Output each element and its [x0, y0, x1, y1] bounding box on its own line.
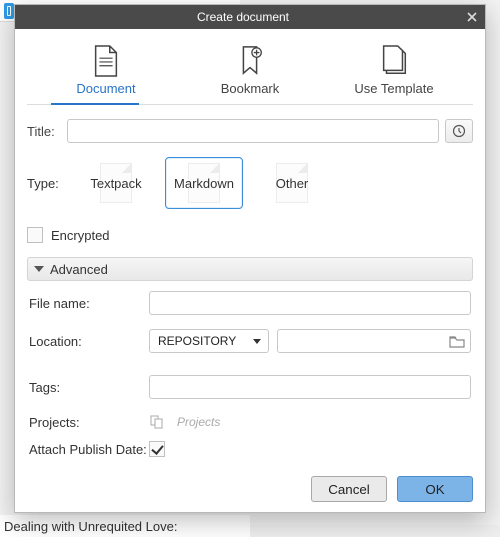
projects-label: Projects: [29, 415, 149, 430]
dialog-title: Create document [21, 10, 465, 24]
tab-active-indicator [51, 103, 139, 105]
type-option-other[interactable]: Other [253, 157, 331, 209]
disclosure-triangle-icon [34, 266, 44, 272]
bg-list-item: Dealing with Unrequited Love: [0, 515, 250, 537]
tab-label: Use Template [354, 81, 433, 96]
dialog-body: Title: Type: Textpack Markdown Other [15, 105, 485, 466]
encrypted-row: Encrypted [27, 227, 473, 243]
tab-bar: Document Bookmark Use Template [15, 29, 485, 100]
projects-row: Projects: Projects [29, 413, 471, 431]
type-option-textpack[interactable]: Textpack [77, 157, 155, 209]
document-icon [91, 45, 121, 77]
publish-date-label: Attach Publish Date: [29, 442, 149, 457]
tab-document[interactable]: Document [61, 45, 151, 96]
type-label-text: Textpack [90, 176, 141, 191]
publish-date-checkbox[interactable] [149, 441, 165, 457]
bg-list-item-text: Dealing with Unrequited Love: [4, 519, 177, 534]
type-label-text: Other [276, 176, 309, 191]
clock-icon [452, 124, 466, 138]
advanced-body: File name: Location: REPOSITORY Tags: [27, 291, 473, 457]
file-icon [4, 3, 14, 19]
title-row: Title: [27, 119, 473, 143]
location-path-input[interactable] [277, 329, 471, 353]
type-label-text: Markdown [174, 176, 234, 191]
tab-use-template[interactable]: Use Template [349, 45, 439, 96]
publish-date-row: Attach Publish Date: [29, 441, 471, 457]
location-row: Location: REPOSITORY [29, 329, 471, 353]
tab-underline [27, 104, 473, 105]
ok-button[interactable]: OK [397, 476, 473, 502]
dialog-titlebar: Create document [15, 5, 485, 29]
projects-placeholder: Projects [177, 415, 220, 429]
title-label: Title: [27, 124, 67, 139]
type-label: Type: [27, 176, 67, 191]
location-label: Location: [29, 334, 149, 349]
tags-row: Tags: [29, 375, 471, 399]
type-option-markdown[interactable]: Markdown [165, 157, 243, 209]
close-icon[interactable] [465, 10, 479, 24]
tags-label: Tags: [29, 380, 149, 395]
dialog-footer: Cancel OK [15, 466, 485, 512]
location-repo-select[interactable]: REPOSITORY [149, 329, 269, 353]
advanced-disclosure[interactable]: Advanced [27, 257, 473, 281]
advanced-label: Advanced [50, 262, 108, 277]
filename-input[interactable] [149, 291, 471, 315]
location-repo-wrap: REPOSITORY [149, 329, 269, 353]
type-row: Type: Textpack Markdown Other [27, 157, 473, 209]
folder-icon[interactable] [449, 335, 465, 348]
location-path-wrap [277, 329, 471, 353]
create-document-dialog: Create document Document Bookmark Use Te… [14, 4, 486, 513]
title-timestamp-button[interactable] [445, 119, 473, 143]
filename-row: File name: [29, 291, 471, 315]
tab-label: Bookmark [221, 81, 280, 96]
cancel-button[interactable]: Cancel [311, 476, 387, 502]
tab-label: Document [76, 81, 135, 96]
bookmark-icon [235, 45, 265, 77]
tags-input[interactable] [149, 375, 471, 399]
encrypted-label: Encrypted [51, 228, 110, 243]
template-icon [379, 45, 409, 77]
filename-label: File name: [29, 296, 149, 311]
projects-icon[interactable] [149, 413, 167, 431]
tab-bookmark[interactable]: Bookmark [205, 45, 295, 96]
encrypted-checkbox[interactable] [27, 227, 43, 243]
title-input[interactable] [67, 119, 439, 143]
bg-item [0, 0, 14, 22]
